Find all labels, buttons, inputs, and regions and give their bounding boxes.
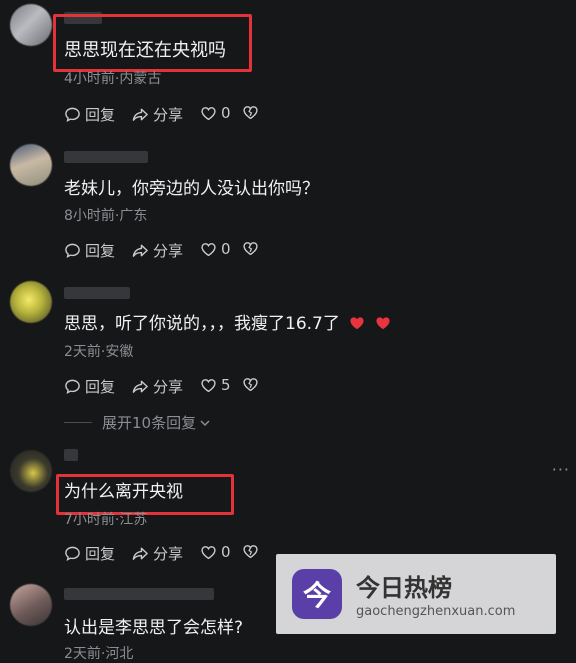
chevron-down-icon <box>200 419 210 426</box>
username-blurred[interactable] <box>64 588 214 600</box>
reply-button[interactable]: 回复 <box>64 240 115 261</box>
share-button[interactable]: 分享 <box>132 104 183 125</box>
username-blurred[interactable] <box>64 449 78 461</box>
comment-text: 认出是李思思了会怎样? <box>64 618 244 638</box>
avatar[interactable] <box>10 450 52 492</box>
like-button[interactable]: 0 <box>200 104 231 122</box>
share-button[interactable]: 分享 <box>132 543 183 564</box>
reply-icon <box>65 107 80 122</box>
broken-heart-icon <box>243 106 258 120</box>
share-button[interactable]: 分享 <box>132 376 183 397</box>
dislike-button[interactable] <box>242 104 259 121</box>
reply-label: 回复 <box>85 378 116 396</box>
more-options-icon[interactable]: ··· <box>552 460 570 479</box>
watermark-subtitle: gaochengzhenxuan.com <box>356 604 516 619</box>
comment-text: 思思现在还在央视吗 <box>64 40 226 61</box>
reply-label: 回复 <box>85 106 116 124</box>
comment-text: 老妹儿，你旁边的人没认出你吗？ <box>64 179 319 199</box>
avatar[interactable] <box>10 281 52 323</box>
share-icon <box>132 244 148 257</box>
avatar[interactable] <box>10 144 52 186</box>
like-count: 5 <box>221 376 231 394</box>
watermark-overlay: 今 今日热榜 gaochengzhenxuan.com <box>276 554 556 634</box>
reply-icon <box>65 243 80 258</box>
reply-button[interactable]: 回复 <box>64 376 115 397</box>
share-icon <box>132 380 148 393</box>
expand-replies-button[interactable]: 展开10条回复 <box>64 412 211 433</box>
share-icon <box>132 547 148 560</box>
heart-outline-icon <box>201 242 216 256</box>
comment-meta: 7小时前·江苏 <box>64 512 148 528</box>
dislike-button[interactable] <box>242 240 259 257</box>
reply-button[interactable]: 回复 <box>64 104 115 125</box>
username-blurred[interactable] <box>64 151 148 163</box>
red-heart-emoji <box>350 317 364 330</box>
expand-replies-label: 展开10条回复 <box>102 414 197 432</box>
reply-label: 回复 <box>85 545 116 563</box>
reply-button[interactable]: 回复 <box>64 543 115 564</box>
comment-text-content: 思思，听了你说的，，，我瘦了16.7了 <box>64 314 340 334</box>
heart-outline-icon <box>201 545 216 559</box>
watermark-title: 今日热榜 <box>356 574 452 602</box>
reply-icon <box>65 379 80 394</box>
like-count: 0 <box>221 240 231 258</box>
like-button[interactable]: 5 <box>200 376 231 394</box>
broken-heart-icon <box>243 545 258 559</box>
broken-heart-icon <box>243 242 258 256</box>
divider-line <box>64 422 92 423</box>
comment-text: 为什么离开央视 <box>64 482 183 502</box>
share-label: 分享 <box>153 106 184 124</box>
like-count: 0 <box>221 104 231 122</box>
share-label: 分享 <box>153 378 184 396</box>
comment-meta: 2天前·安徽 <box>64 344 134 360</box>
comment-meta: 8小时前·广东 <box>64 208 148 224</box>
broken-heart-icon <box>243 378 258 392</box>
watermark-logo: 今 <box>292 569 342 619</box>
reply-label: 回复 <box>85 242 116 260</box>
like-button[interactable]: 0 <box>200 543 231 561</box>
comment-meta: 4小时前·内蒙古 <box>64 71 162 87</box>
heart-outline-icon <box>201 106 216 120</box>
avatar[interactable] <box>10 4 52 46</box>
dislike-button[interactable] <box>242 543 259 560</box>
share-label: 分享 <box>153 242 184 260</box>
share-label: 分享 <box>153 545 184 563</box>
like-count: 0 <box>221 543 231 561</box>
red-heart-emoji <box>376 317 390 330</box>
heart-outline-icon <box>201 378 216 392</box>
dislike-button[interactable] <box>242 376 259 393</box>
comment-meta: 2天前·河北 <box>64 646 134 662</box>
reply-icon <box>65 546 80 561</box>
username-blurred[interactable] <box>64 287 130 299</box>
share-icon <box>132 108 148 121</box>
share-button[interactable]: 分享 <box>132 240 183 261</box>
like-button[interactable]: 0 <box>200 240 231 258</box>
avatar[interactable] <box>10 584 52 626</box>
comment-text: 思思，听了你说的，，，我瘦了16.7了 <box>64 313 391 335</box>
